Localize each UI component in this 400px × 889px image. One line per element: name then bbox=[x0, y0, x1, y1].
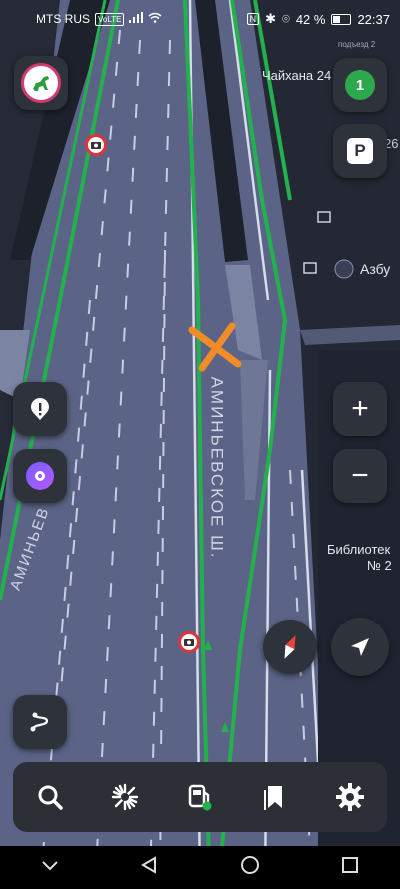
parking-icon: P bbox=[347, 138, 373, 164]
bottom-toolbar bbox=[13, 762, 387, 832]
home-button[interactable] bbox=[240, 855, 260, 880]
wifi-icon bbox=[148, 12, 162, 26]
search-icon bbox=[38, 785, 64, 810]
poi-label-chaikhana[interactable]: Чайхана 24 bbox=[262, 68, 331, 83]
discovery-button[interactable] bbox=[101, 773, 149, 821]
chevron-down-icon bbox=[42, 860, 58, 870]
route-icon bbox=[30, 712, 49, 732]
settings-button[interactable] bbox=[326, 773, 374, 821]
parking-button[interactable]: P bbox=[333, 124, 387, 178]
poi-label-azbuka[interactable]: Азбу bbox=[360, 261, 390, 277]
compass-icon bbox=[284, 635, 296, 659]
plus-icon: + bbox=[351, 392, 369, 425]
recents-square-icon bbox=[342, 857, 359, 873]
volte-badge: VoLTE bbox=[95, 12, 125, 26]
location-icon: ⌾ bbox=[282, 11, 290, 26]
gas-station-button[interactable] bbox=[176, 773, 224, 821]
back-triangle-icon bbox=[141, 856, 157, 874]
home-circle-icon bbox=[240, 856, 259, 874]
traffic-level: 1 bbox=[355, 76, 365, 94]
gear-icon bbox=[335, 783, 364, 811]
avatar bbox=[21, 63, 61, 103]
bookmarks-button[interactable] bbox=[251, 773, 299, 821]
alice-icon bbox=[26, 462, 54, 490]
clock: 22:37 bbox=[357, 11, 390, 27]
report-incident-button[interactable] bbox=[13, 382, 67, 436]
poi-label-library-2[interactable]: № 2 bbox=[367, 558, 392, 573]
vibrate-icon: ✱ bbox=[265, 11, 276, 26]
status-bar: MTS RUS VoLTE N ✱ ⌾ 42 % 22:37 bbox=[0, 0, 400, 38]
speed-camera-icon[interactable] bbox=[85, 134, 107, 156]
street-label-main: АМИНЬЕВСКОЕ Ш. bbox=[207, 376, 227, 560]
speed-camera-icon[interactable] bbox=[178, 631, 200, 653]
battery-percent: 42 % bbox=[295, 11, 326, 27]
system-navigation-bar bbox=[0, 846, 400, 889]
dinosaur-icon bbox=[33, 76, 49, 91]
collapse-button[interactable] bbox=[41, 859, 59, 877]
profile-avatar-button[interactable] bbox=[14, 56, 68, 110]
search-button[interactable] bbox=[26, 773, 74, 821]
back-button[interactable] bbox=[140, 856, 158, 879]
starburst-icon bbox=[111, 783, 139, 811]
nfc-icon: N bbox=[246, 13, 260, 25]
poi-label-library-1[interactable]: Библиотек bbox=[327, 542, 390, 557]
entrance-label: подъезд 2 bbox=[338, 40, 376, 49]
carrier-label: MTS RUS bbox=[36, 12, 90, 26]
warning-icon bbox=[31, 398, 49, 420]
traffic-button[interactable]: 1 bbox=[333, 58, 387, 112]
location-arrow-icon bbox=[351, 638, 369, 656]
signal-icon bbox=[129, 12, 144, 26]
traffic-level-badge: 1 bbox=[345, 70, 375, 100]
zoom-out-button[interactable]: − bbox=[333, 449, 387, 503]
zoom-in-button[interactable]: + bbox=[333, 382, 387, 436]
voice-assistant-button[interactable] bbox=[13, 449, 67, 503]
route-button[interactable] bbox=[13, 695, 67, 749]
fuel-icon bbox=[188, 784, 212, 811]
compass-button[interactable] bbox=[263, 620, 317, 674]
battery-icon bbox=[331, 13, 352, 25]
my-location-button[interactable] bbox=[331, 618, 389, 676]
bookmark-icon bbox=[263, 786, 282, 810]
recents-button[interactable] bbox=[341, 856, 359, 879]
minus-icon: − bbox=[351, 459, 369, 492]
